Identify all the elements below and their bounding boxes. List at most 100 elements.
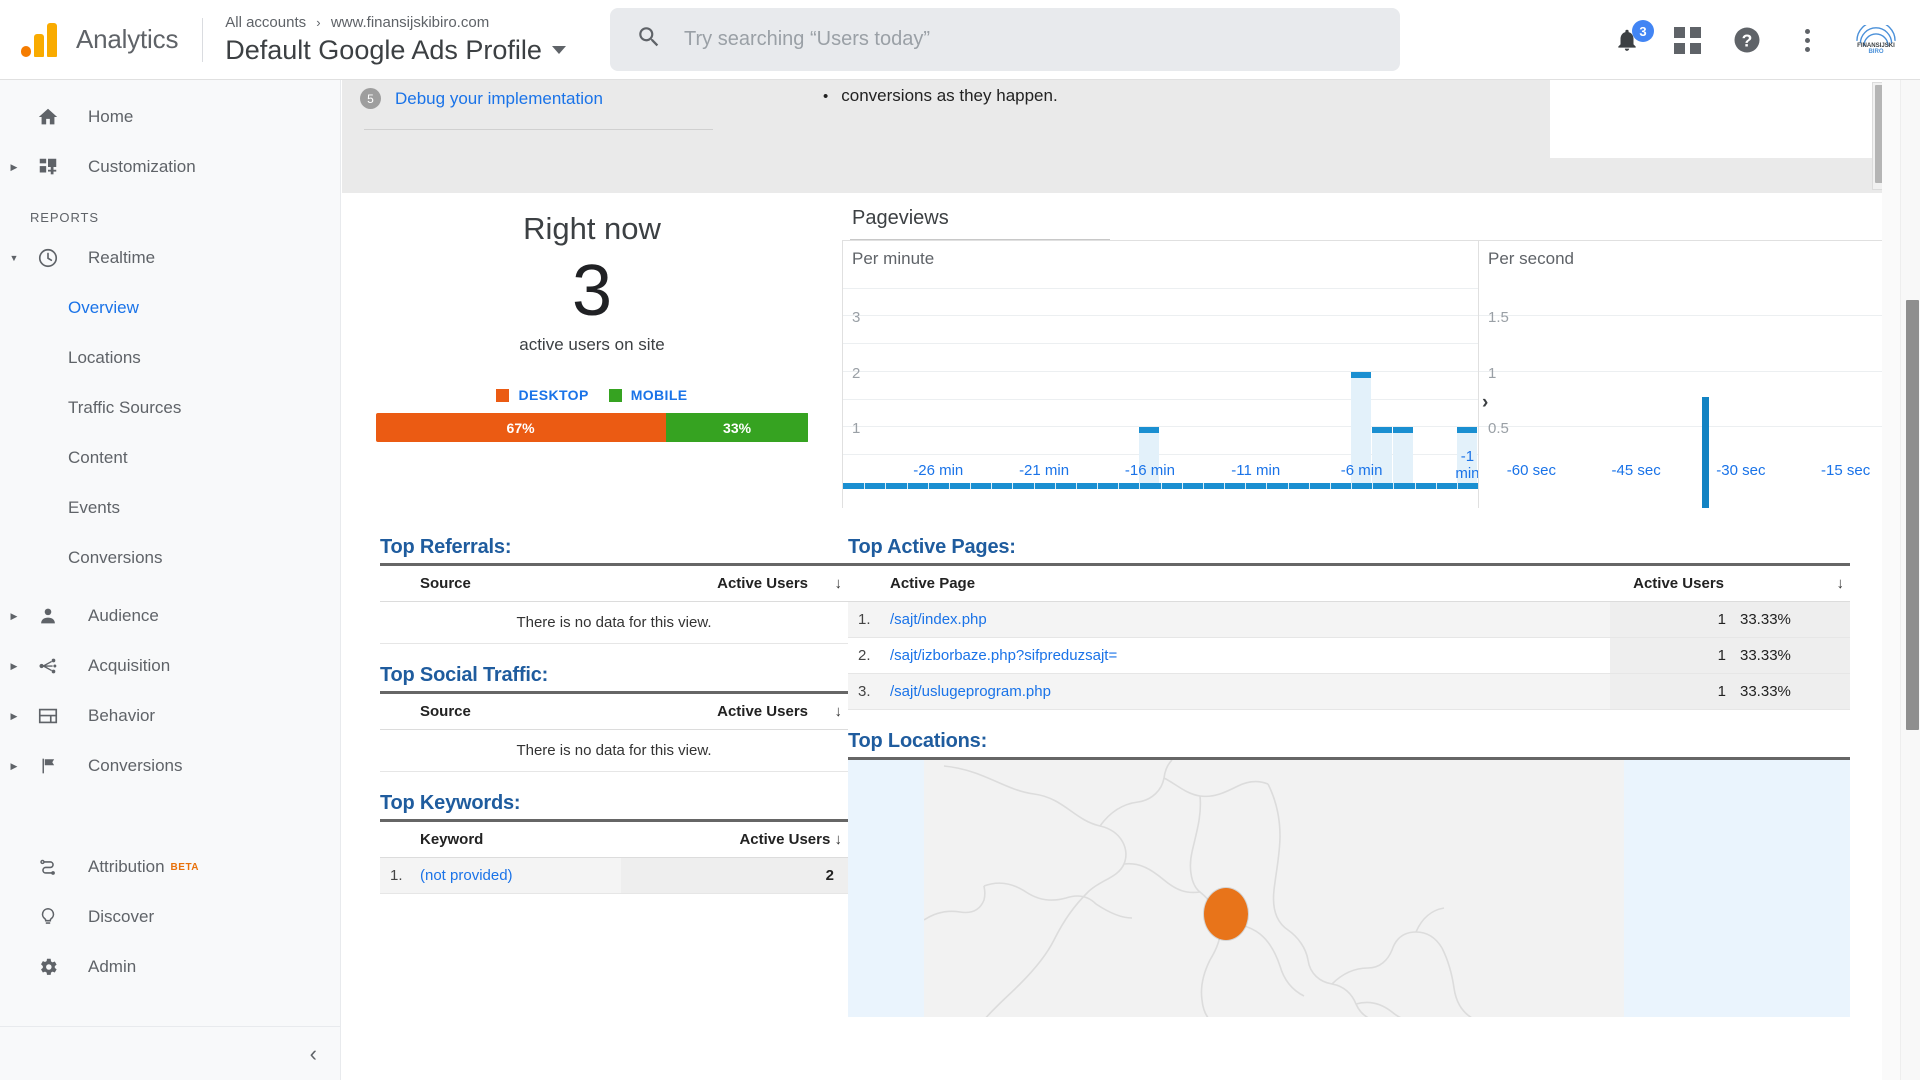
top-keywords-title: Top Keywords:	[380, 792, 848, 815]
chevron-right-icon-acquisition[interactable]: ▶	[0, 661, 28, 672]
page-scrollbar[interactable]	[1900, 80, 1920, 1080]
active-page-link-1[interactable]: /sajt/index.php	[890, 611, 987, 628]
account-logo-icon[interactable]: FINANSIJSKI BIRO	[1850, 23, 1902, 57]
per-second-plot[interactable]: 0.511.5-60 sec-45 sec-30 sec-15 sec	[1478, 240, 1898, 508]
active-page-link-2[interactable]: /sajt/izborbaze.php?sifpreduzsajt=	[890, 647, 1117, 664]
chart-bar-cap	[1351, 372, 1371, 378]
col-source-social[interactable]: Source	[414, 693, 566, 730]
active-page-link-3[interactable]: /sajt/uslugeprogram.php	[890, 683, 1051, 700]
page-row-index-1: 1.	[848, 602, 884, 638]
map-location-marker[interactable]	[1204, 888, 1248, 940]
sidebar-item-conversions-realtime[interactable]: Conversions	[0, 533, 340, 583]
col-active-page[interactable]: Active Page	[884, 565, 1610, 602]
notifications-button[interactable]: 3	[1610, 23, 1644, 57]
axis-tick-mark	[1393, 483, 1394, 489]
sidebar-item-events[interactable]: Events	[0, 483, 340, 533]
y-axis-tick: 2	[852, 365, 860, 382]
top-active-pages-title: Top Active Pages:	[848, 536, 1850, 559]
page-scrollbar-thumb[interactable]	[1906, 300, 1919, 730]
attribution-beta-badge: BETA	[171, 862, 199, 873]
sidebar-item-acquisition[interactable]: ▶ Acquisition	[0, 641, 340, 691]
top-locations-title: Top Locations:	[848, 730, 1850, 753]
search-bar[interactable]	[610, 8, 1400, 71]
per-minute-plot[interactable]: 123-26 min-21 min-16 min-11 min-6 min-1 …	[842, 240, 1478, 508]
sidebar-item-locations[interactable]: Locations	[0, 333, 340, 383]
y-axis-tick: 1	[852, 420, 860, 437]
promo-bullet-text: conversions as they happen.	[841, 86, 1057, 108]
chart-bar-cap	[1139, 427, 1159, 433]
device-distribution-bar: 67% 33%	[376, 413, 809, 442]
realtime-summary-row: Right now 3 active users on site DESKTOP…	[342, 193, 1898, 508]
account-selector[interactable]: All accounts › www.finansijskibiro.com D…	[225, 13, 566, 67]
debug-implementation-link[interactable]: Debug your implementation	[395, 89, 603, 109]
x-axis-tick: -30 sec	[1716, 462, 1765, 479]
right-now-panel: Right now 3 active users on site DESKTOP…	[342, 193, 842, 508]
expand-chart-arrow-icon[interactable]: ›	[1482, 392, 1488, 414]
chevron-right-icon-behavior[interactable]: ▶	[0, 711, 28, 722]
sidebar-item-realtime[interactable]: ▼ Realtime	[0, 233, 340, 283]
chart-spike[interactable]	[1702, 397, 1709, 508]
page-row-index-2: 2.	[848, 638, 884, 674]
sidebar-item-audience[interactable]: ▶ Audience	[0, 591, 340, 641]
legend-item-mobile[interactable]: MOBILE	[609, 387, 688, 403]
axis-tick-mark	[1245, 483, 1246, 489]
col-keyword[interactable]: Keyword	[414, 821, 621, 858]
chevron-right-icon-customization[interactable]: ▶	[0, 162, 28, 173]
sidebar-item-discover[interactable]: Discover	[0, 892, 341, 942]
sidebar-item-label-traffic-sources: Traffic Sources	[68, 398, 181, 418]
per-minute-label: Per minute	[852, 249, 934, 269]
chevron-down-icon-realtime[interactable]: ▼	[0, 253, 28, 263]
table-header-row: Active Page Active Users ↓	[848, 565, 1850, 602]
person-icon	[28, 605, 68, 627]
legend-item-desktop[interactable]: DESKTOP	[496, 387, 588, 403]
sidebar-item-traffic-sources[interactable]: Traffic Sources	[0, 383, 340, 433]
more-options-button[interactable]	[1790, 23, 1824, 57]
sidebar-item-conversions[interactable]: ▶ Conversions	[0, 741, 340, 791]
search-input[interactable]	[684, 28, 1364, 51]
collapse-sidebar-button[interactable]: ‹	[310, 1043, 317, 1065]
promo-step-row[interactable]: 5 Debug your implementation	[342, 80, 745, 109]
col-source-referrals[interactable]: Source	[414, 565, 566, 602]
more-vertical-icon	[1805, 29, 1810, 52]
sidebar-item-label-acquisition: Acquisition	[88, 656, 170, 676]
left-tables-column: Top Referrals: Source Active Users ↓ The…	[342, 536, 848, 1017]
sidebar-item-content[interactable]: Content	[0, 433, 340, 483]
page-title[interactable]: Default Google Ads Profile	[225, 33, 566, 67]
sidebar-item-overview[interactable]: Overview	[0, 283, 340, 333]
col-active-users-referrals[interactable]: Active Users	[566, 565, 814, 602]
sidebar-item-label-conversions-realtime: Conversions	[68, 548, 163, 568]
col-active-users-keywords[interactable]: Active Users ↓	[621, 821, 848, 858]
axis-tick-mark	[1182, 483, 1183, 489]
page-row-percent-2: 33.33%	[1730, 638, 1850, 674]
sort-arrow-icon-keywords[interactable]: ↓	[835, 831, 843, 848]
sidebar-item-customization[interactable]: ▶ Customization	[0, 142, 340, 192]
col-active-users-social[interactable]: Active Users	[566, 693, 814, 730]
sort-arrow-icon-referrals[interactable]: ↓	[814, 565, 848, 602]
gridline	[1479, 371, 1898, 372]
chevron-right-icon-audience[interactable]: ▶	[0, 611, 28, 622]
sidebar-item-attribution[interactable]: Attribution BETA	[0, 842, 341, 892]
help-button[interactable]: ?	[1730, 23, 1764, 57]
sort-arrow-icon-pages[interactable]: ↓	[1730, 565, 1850, 602]
top-locations-map[interactable]	[848, 757, 1850, 1017]
sidebar-nav: Home ▶ Customization REPORTS ▼ Realtime …	[0, 80, 341, 1080]
chevron-right-icon-conversions[interactable]: ▶	[0, 761, 28, 772]
axis-tick-mark	[928, 483, 929, 489]
keyword-link[interactable]: (not provided)	[420, 867, 513, 884]
sort-arrow-icon-social[interactable]: ↓	[814, 693, 848, 730]
col-active-users-pages[interactable]: Active Users	[1610, 565, 1730, 602]
sidebar-item-behavior[interactable]: ▶ Behavior	[0, 691, 340, 741]
axis-tick-mark	[1266, 483, 1267, 489]
sidebar-item-home[interactable]: Home	[0, 92, 340, 142]
chart-bar-cap	[1372, 427, 1392, 433]
apps-grid-button[interactable]	[1670, 23, 1704, 57]
chevron-down-icon[interactable]	[552, 46, 566, 54]
bulb-icon	[28, 906, 68, 928]
content-scrollbar-track[interactable]	[1882, 80, 1900, 1080]
page-row-users-3: 1	[1610, 674, 1730, 710]
sidebar-item-admin[interactable]: Admin	[0, 942, 341, 992]
x-axis-tick: -60 sec	[1507, 462, 1556, 479]
chart-bar[interactable]	[1393, 427, 1413, 483]
axis-tick-mark	[1351, 483, 1352, 489]
top-social-table: Source Active Users ↓ There is no data f…	[380, 691, 848, 772]
